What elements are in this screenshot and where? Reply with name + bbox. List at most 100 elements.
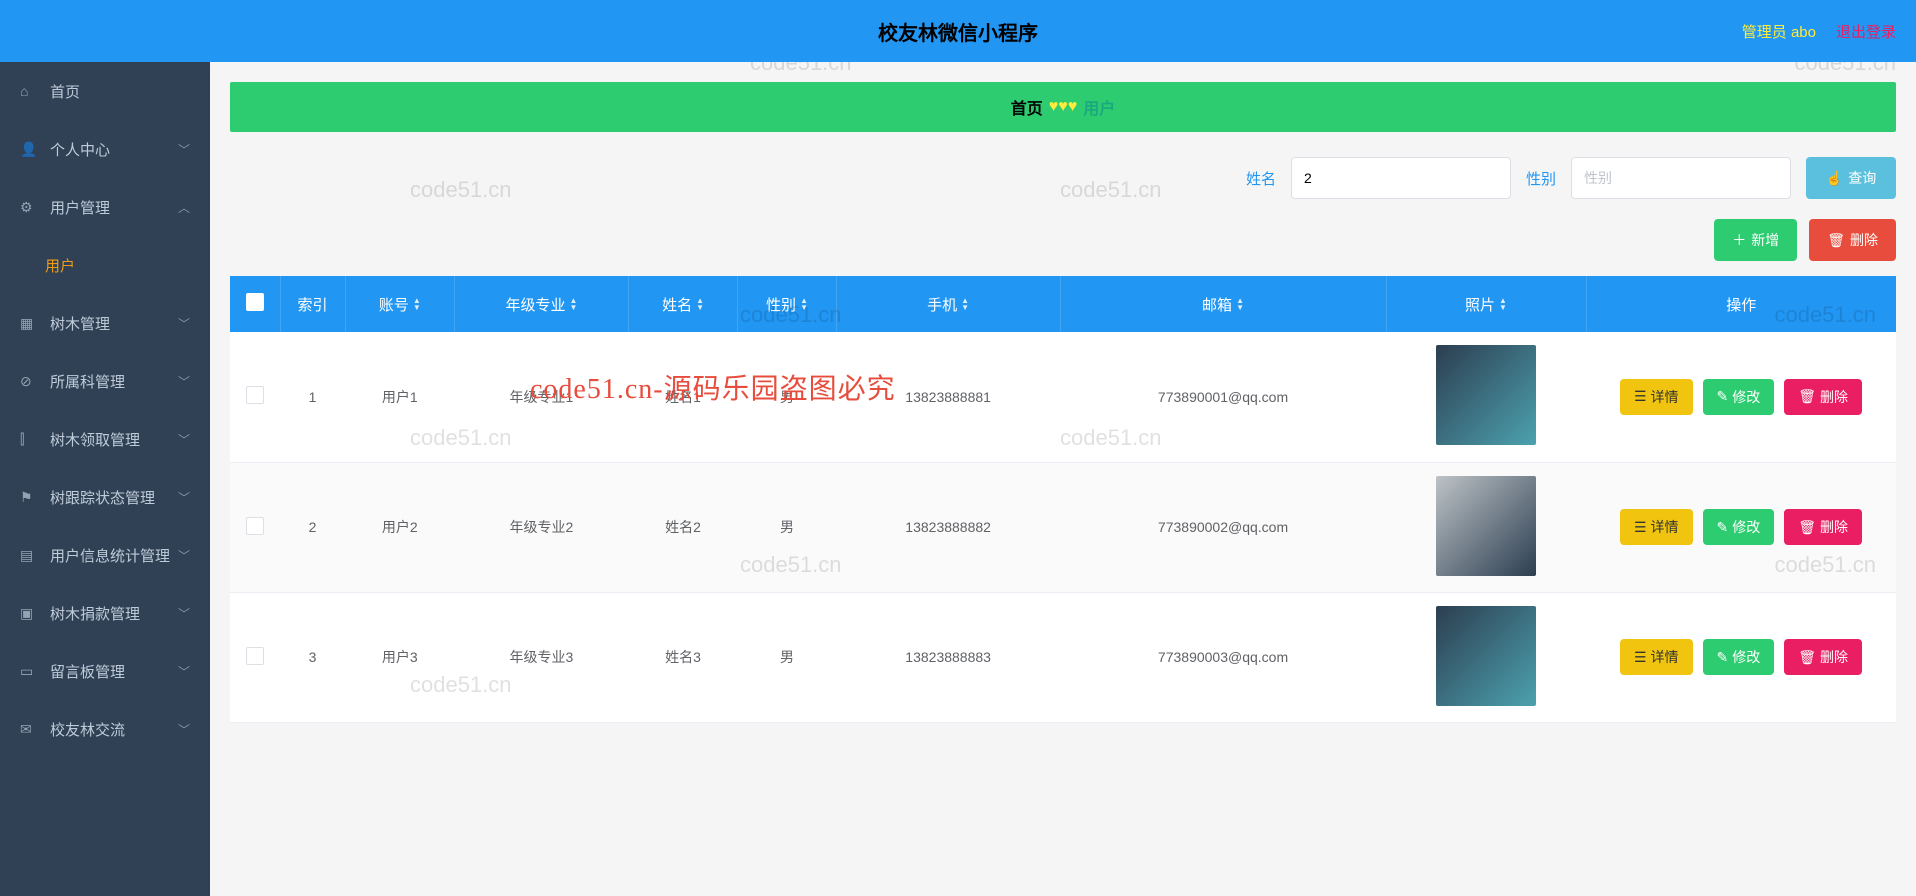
sidebar-item-userstats-mgmt[interactable]: ▤ 用户信息统计管理 ﹀ bbox=[0, 526, 210, 584]
cell-index: 2 bbox=[280, 462, 345, 592]
sidebar-item-tree-mgmt[interactable]: ▦ 树木管理 ﹀ bbox=[0, 294, 210, 352]
th-grade[interactable]: 年级专业▲▼ bbox=[455, 276, 629, 332]
cell-gender: 男 bbox=[738, 592, 836, 722]
sidebar-item-alumni-forum[interactable]: ✉ 校友林交流 ﹀ bbox=[0, 700, 210, 758]
breadcrumb-home[interactable]: 首页 bbox=[1011, 95, 1043, 119]
sort-icon: ▲▼ bbox=[1236, 297, 1244, 311]
detail-button[interactable]: ☰ 详情 bbox=[1620, 379, 1693, 415]
mail-icon: ✉ bbox=[20, 721, 40, 738]
cell-name: 姓名3 bbox=[628, 592, 738, 722]
cell-index: 1 bbox=[280, 332, 345, 462]
cell-phone: 13823888882 bbox=[836, 462, 1060, 592]
th-op: 操作 bbox=[1586, 276, 1896, 332]
table-row: 3用户3年级专业3姓名3男13823888883773890003@qq.com… bbox=[230, 592, 1896, 722]
sort-icon: ▲▼ bbox=[696, 297, 704, 311]
watermark: code51.cn bbox=[750, 62, 852, 76]
chevron-down-icon: ﹀ bbox=[178, 489, 190, 506]
edit-button[interactable]: ✎ 修改 bbox=[1703, 509, 1775, 545]
th-gender[interactable]: 性别▲▼ bbox=[738, 276, 836, 332]
gear-icon: ⚙ bbox=[20, 199, 40, 216]
chevron-down-icon: ﹀ bbox=[178, 431, 190, 448]
chevron-down-icon: ﹀ bbox=[178, 547, 190, 564]
sidebar-item-profile[interactable]: 👤 个人中心 ﹀ bbox=[0, 120, 210, 178]
select-all-checkbox[interactable] bbox=[246, 293, 264, 311]
search-button[interactable]: ☝ 查询 bbox=[1806, 157, 1896, 199]
th-index[interactable]: 索引 bbox=[280, 276, 345, 332]
cell-photo bbox=[1386, 592, 1586, 722]
table-row: 1用户1年级专业1姓名1男13823888881773890001@qq.com… bbox=[230, 332, 1896, 462]
breadcrumb-current: 用户 bbox=[1083, 95, 1115, 119]
cell-name: 姓名2 bbox=[628, 462, 738, 592]
sidebar-item-donate-mgmt[interactable]: ▣ 树木捐款管理 ﹀ bbox=[0, 584, 210, 642]
app-title: 校友林微信小程序 bbox=[878, 17, 1038, 46]
sort-icon: ▲▼ bbox=[569, 297, 577, 311]
edit-button[interactable]: ✎ 修改 bbox=[1703, 639, 1775, 675]
delete-button[interactable]: 🗑 删除 bbox=[1784, 509, 1862, 545]
cell-email: 773890001@qq.com bbox=[1060, 332, 1386, 462]
breadcrumb: 首页 ♥♥♥ 用户 bbox=[230, 82, 1896, 132]
logout-link[interactable]: 退出登录 bbox=[1836, 21, 1896, 42]
cell-email: 773890003@qq.com bbox=[1060, 592, 1386, 722]
th-account[interactable]: 账号▲▼ bbox=[345, 276, 455, 332]
sidebar-item-label: 首页 bbox=[50, 81, 190, 102]
sort-icon: ▲▼ bbox=[961, 297, 969, 311]
sidebar-item-claim-mgmt[interactable]: ⫿ 树木领取管理 ﹀ bbox=[0, 410, 210, 468]
chevron-down-icon: ﹀ bbox=[178, 315, 190, 332]
search-gender-label: 性别 bbox=[1526, 168, 1556, 189]
cell-account: 用户3 bbox=[345, 592, 455, 722]
cell-phone: 13823888883 bbox=[836, 592, 1060, 722]
sidebar-item-label: 所属科管理 bbox=[50, 371, 178, 392]
cell-gender: 男 bbox=[738, 332, 836, 462]
app-header: 校友林微信小程序 管理员 abo 退出登录 bbox=[0, 0, 1916, 62]
search-gender-input[interactable] bbox=[1571, 157, 1791, 199]
stats-icon: ▤ bbox=[20, 547, 40, 564]
sidebar-item-label: 用户信息统计管理 bbox=[50, 545, 178, 566]
toolbar: ＋ 新增 🗑 删除 bbox=[230, 219, 1896, 261]
sidebar-item-label: 树木领取管理 bbox=[50, 429, 178, 450]
watermark: code51.cn bbox=[210, 62, 212, 76]
sidebar-item-board-mgmt[interactable]: ▭ 留言板管理 ﹀ bbox=[0, 642, 210, 700]
message-icon: ▭ bbox=[20, 663, 40, 680]
th-name[interactable]: 姓名▲▼ bbox=[628, 276, 738, 332]
trash-icon: 🗑 bbox=[1827, 232, 1845, 249]
cell-account: 用户2 bbox=[345, 462, 455, 592]
watermark: code51.cn bbox=[1794, 62, 1896, 76]
trash-icon: 🗑 bbox=[1798, 388, 1816, 405]
batch-delete-button[interactable]: 🗑 删除 bbox=[1809, 219, 1896, 261]
header-right: 管理员 abo 退出登录 bbox=[1742, 21, 1896, 42]
cell-gender: 男 bbox=[738, 462, 836, 592]
user-icon: 👤 bbox=[20, 141, 40, 158]
delete-button[interactable]: 🗑 删除 bbox=[1784, 639, 1862, 675]
user-table: 索引 账号▲▼ 年级专业▲▼ 姓名▲▼ 性别▲▼ 手机▲▼ 邮箱▲▼ 照片▲▼ … bbox=[230, 276, 1896, 723]
row-checkbox[interactable] bbox=[246, 386, 264, 404]
chevron-down-icon: ﹀ bbox=[178, 605, 190, 622]
search-button-label: 查询 bbox=[1848, 168, 1876, 188]
cell-grade: 年级专业1 bbox=[455, 332, 629, 462]
avatar bbox=[1436, 476, 1536, 576]
row-checkbox[interactable] bbox=[246, 647, 264, 665]
search-name-label: 姓名 bbox=[1246, 168, 1276, 189]
cell-account: 用户1 bbox=[345, 332, 455, 462]
list-icon: ☰ bbox=[1634, 519, 1647, 536]
delete-button[interactable]: 🗑 删除 bbox=[1784, 379, 1862, 415]
cell-email: 773890002@qq.com bbox=[1060, 462, 1386, 592]
sidebar-item-category-mgmt[interactable]: ⊘ 所属科管理 ﹀ bbox=[0, 352, 210, 410]
sidebar-subitem-user[interactable]: 用户 bbox=[0, 236, 210, 294]
th-email[interactable]: 邮箱▲▼ bbox=[1060, 276, 1386, 332]
search-row: 姓名 性别 ☝ 查询 bbox=[230, 157, 1896, 199]
detail-button[interactable]: ☰ 详情 bbox=[1620, 639, 1693, 675]
cell-grade: 年级专业3 bbox=[455, 592, 629, 722]
pointer-icon: ☝ bbox=[1826, 170, 1843, 187]
edit-button[interactable]: ✎ 修改 bbox=[1703, 379, 1775, 415]
main-content: code51.cn code51.cn code51.cn code51.cn … bbox=[210, 62, 1916, 896]
sidebar-item-track-mgmt[interactable]: ⚑ 树跟踪状态管理 ﹀ bbox=[0, 468, 210, 526]
th-photo[interactable]: 照片▲▼ bbox=[1386, 276, 1586, 332]
row-checkbox[interactable] bbox=[246, 517, 264, 535]
sidebar-item-home[interactable]: ⌂ 首页 bbox=[0, 62, 210, 120]
add-button[interactable]: ＋ 新增 bbox=[1714, 219, 1797, 261]
detail-button[interactable]: ☰ 详情 bbox=[1620, 509, 1693, 545]
pencil-icon: ✎ bbox=[1717, 519, 1729, 536]
sidebar-item-user-mgmt[interactable]: ⚙ 用户管理 ︿ bbox=[0, 178, 210, 236]
search-name-input[interactable] bbox=[1291, 157, 1511, 199]
th-phone[interactable]: 手机▲▼ bbox=[836, 276, 1060, 332]
